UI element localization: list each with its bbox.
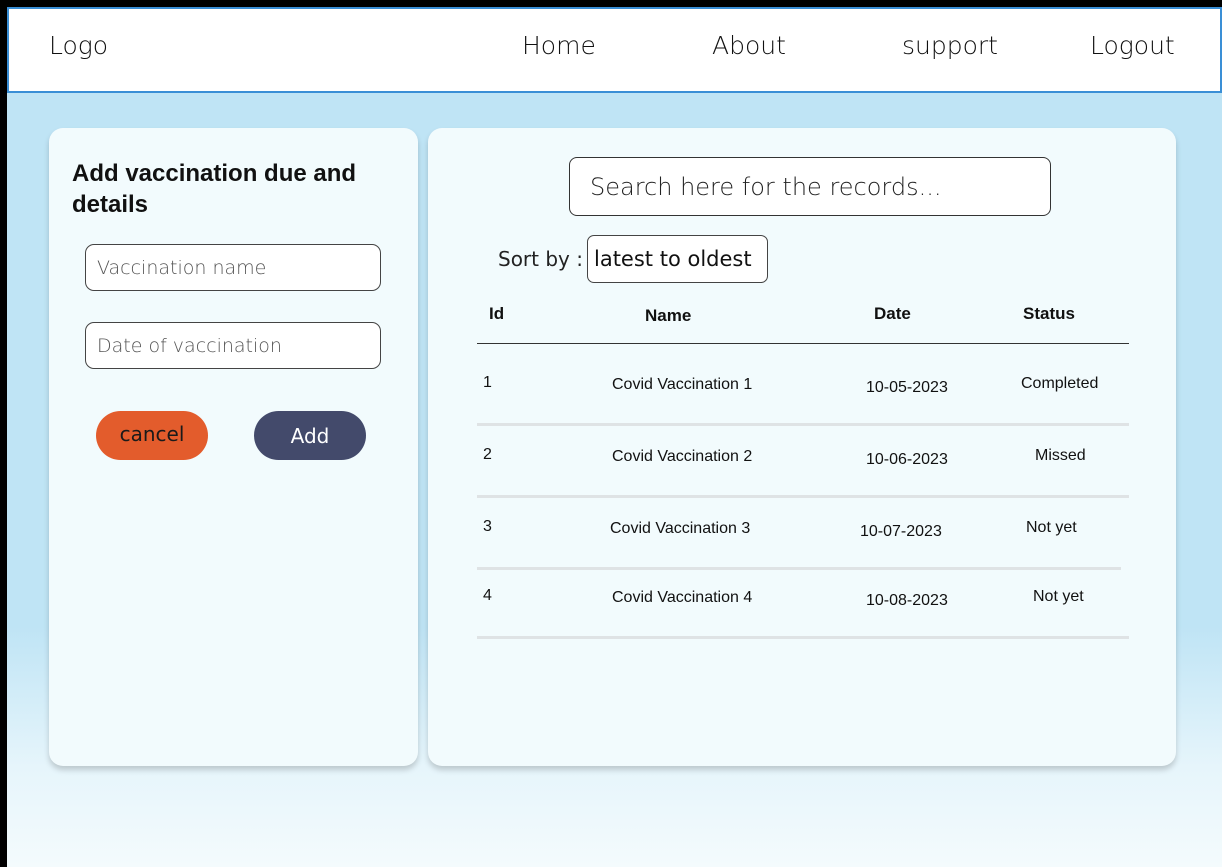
column-header-status: Status	[1023, 304, 1075, 323]
row-date: 10-06-2023	[866, 451, 948, 468]
row-date: 10-05-2023	[866, 379, 948, 396]
sort-label: Sort by :	[498, 247, 583, 271]
vaccination-name-input[interactable]	[85, 244, 381, 291]
column-header-id: Id	[489, 304, 505, 323]
row-date: 10-07-2023	[860, 523, 942, 540]
row-id: 3	[483, 518, 492, 535]
row-id: 2	[483, 446, 492, 463]
table-row[interactable]: 2 Covid Vaccination 2 10-06-2023 Missed	[477, 438, 1129, 498]
top-navbar: Logo Home About support Logout	[7, 7, 1222, 93]
nav-logout-link[interactable]: Logout	[1090, 31, 1175, 60]
row-id: 1	[483, 374, 492, 391]
cancel-button[interactable]: cancel	[96, 411, 208, 460]
app-frame: Logo Home About support Logout Add vacci…	[7, 7, 1222, 867]
row-status: Missed	[1035, 447, 1086, 464]
row-divider	[477, 423, 1129, 426]
column-header-name: Name	[645, 306, 692, 325]
search-input[interactable]	[569, 157, 1051, 216]
row-name: Covid Vaccination 4	[612, 589, 753, 606]
logo: Logo	[49, 31, 109, 60]
row-id: 4	[483, 587, 492, 604]
row-status: Completed	[1021, 375, 1099, 392]
table-header-divider	[477, 343, 1129, 344]
records-panel: Sort by : latest to oldest Id Name Date …	[428, 128, 1176, 766]
row-divider	[477, 567, 1121, 570]
nav-home-link[interactable]: Home	[522, 31, 596, 60]
row-date: 10-08-2023	[866, 592, 948, 609]
row-divider	[477, 636, 1129, 639]
table-row[interactable]: 1 Covid Vaccination 1 10-05-2023 Complet…	[477, 366, 1129, 426]
sort-dropdown[interactable]: latest to oldest	[587, 235, 768, 283]
row-divider	[477, 495, 1129, 498]
table-row[interactable]: 3 Covid Vaccination 3 10-07-2023 Not yet	[477, 510, 1129, 570]
column-header-date: Date	[874, 304, 911, 323]
add-button[interactable]: Add	[254, 411, 366, 460]
row-name: Covid Vaccination 1	[612, 376, 753, 393]
row-name: Covid Vaccination 2	[612, 448, 753, 465]
nav-support-link[interactable]: support	[902, 31, 998, 60]
table-row[interactable]: 4 Covid Vaccination 4 10-08-2023 Not yet	[477, 579, 1129, 639]
form-title: Add vaccination due and details	[72, 160, 357, 218]
add-vaccination-panel: Add vaccination due and details cancel A…	[49, 128, 418, 766]
row-name: Covid Vaccination 3	[610, 520, 751, 537]
nav-about-link[interactable]: About	[712, 31, 786, 60]
vaccination-date-input[interactable]	[85, 322, 381, 369]
row-status: Not yet	[1033, 588, 1084, 605]
row-status: Not yet	[1026, 519, 1077, 536]
